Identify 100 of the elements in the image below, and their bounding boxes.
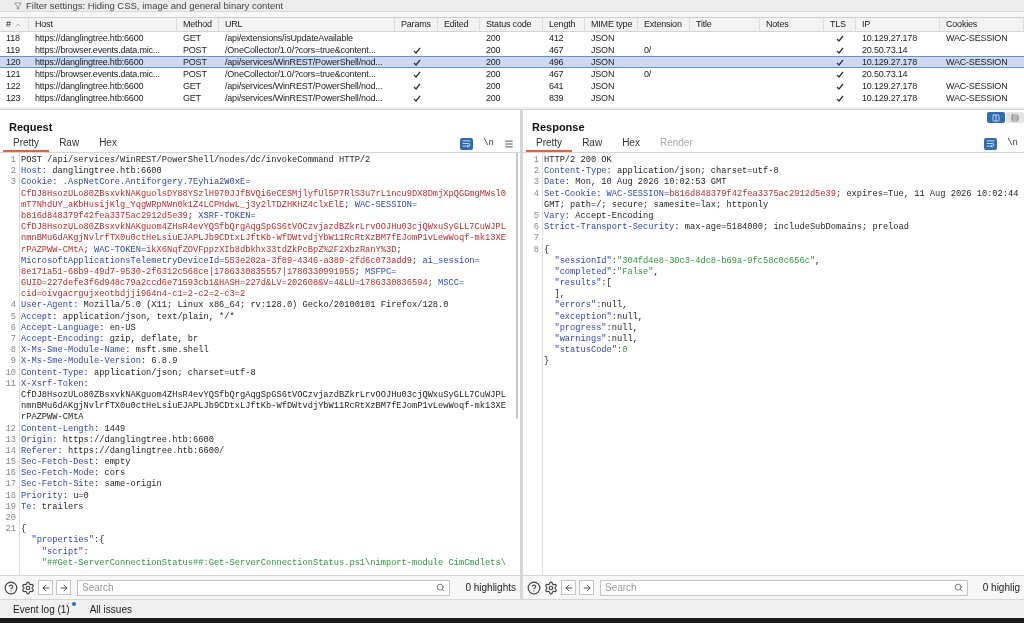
search-field[interactable]: Search — [77, 579, 451, 596]
column-header[interactable]: Notes — [760, 18, 824, 32]
next-button[interactable] — [56, 580, 71, 595]
wrap-toggle[interactable] — [460, 137, 474, 150]
code-line: Host: danglingtree.htb:6600 — [20, 166, 162, 177]
table-cell: 120 — [6, 57, 21, 67]
code-line: HTTP/2 200 OK — [543, 155, 612, 167]
table-cell: JSON — [591, 93, 615, 103]
line-number: 19 — [5, 501, 16, 512]
settings-icon[interactable] — [21, 580, 35, 595]
arrow-left-icon — [563, 582, 574, 593]
code-line: ], — [553, 289, 565, 300]
code-line: "warnings":null, — [553, 334, 638, 345]
line-number: 3 — [10, 177, 16, 188]
code-line: nmnBMu6dAKgjNvlrfTX0u0ctHeLsiuEJAPLJb9CDtxLJftKb-WfDWtvdjYbW11RcRtXzBM7fEJomP1vLewWoqf-mk13XE — [20, 233, 506, 245]
table-cell: 20.50.73.14 — [862, 45, 908, 55]
search-field[interactable]: Search — [600, 579, 968, 596]
table-cell: 412 — [549, 33, 564, 43]
column-header[interactable]: Length — [543, 18, 585, 32]
table-row[interactable]: 120 https://danglingtree.htb:6600 POST /api/services/WinREST/PowerShell/nod... 200 496 JSON 10.129.27.178 WAC-SESSION — [0, 56, 1024, 68]
code-line: Accept-Language: en-US — [20, 322, 136, 334]
code-line: nmnBMu6dAKgjNvlrfTX0u0ctHeLsiuEJAPLJb9CDtxLJftKb-WfDWtvdjYbW11RcRtXzBM7fEJomP1vLewWoqf-mk13XE — [20, 401, 506, 413]
editor-tab[interactable]: Hex — [89, 135, 127, 152]
highlights-count: 0 highlig — [982, 581, 1020, 595]
column-header[interactable]: Method — [177, 18, 219, 32]
table-cell: 0/ — [644, 69, 652, 79]
column-header[interactable]: URL — [219, 18, 395, 32]
table-cell: /api/extensions/isUpdateAvailable — [225, 33, 353, 43]
column-header[interactable]: # — [0, 18, 29, 32]
column-header[interactable]: Extension — [638, 18, 690, 32]
search-icon[interactable] — [436, 583, 446, 592]
editor-tab[interactable]: Raw — [49, 135, 90, 152]
code-line: "completed":"False", — [553, 266, 659, 278]
column-header[interactable]: Status code — [480, 18, 543, 32]
table-cell: POST — [183, 69, 207, 79]
line-number: 6 — [10, 322, 16, 333]
column-header[interactable]: TLS — [824, 18, 856, 32]
newline-toggle[interactable]: \n — [483, 136, 494, 151]
arrow-left-icon — [40, 582, 51, 593]
code-line: b816d848379f42fea3375ac2912d5e39; XSRF-TOKEN= — [20, 210, 256, 222]
column-header[interactable]: Params — [395, 18, 438, 32]
editor-tab[interactable]: Hex — [612, 135, 650, 152]
column-header[interactable]: Title — [690, 18, 760, 32]
code-line: rPAZPWW-CMtA — [20, 412, 84, 424]
arrow-right-icon — [581, 582, 592, 593]
line-number: 16 — [5, 468, 16, 479]
line-number: 4 — [10, 300, 16, 311]
code-line: Te: trailers — [20, 501, 84, 513]
column-header[interactable]: MIME type — [585, 18, 638, 32]
line-number: 1 — [10, 155, 16, 165]
code-line: "results":[ — [553, 278, 612, 289]
panel-title: Request — [9, 119, 53, 135]
code-line: } — [543, 356, 550, 368]
code-line: GMT; path=/; secure; samesite=lax; httponly — [543, 199, 769, 211]
all-issues-tab[interactable]: All issues — [89, 601, 132, 617]
code-line: "sessionId":"304fd4e8-30c3-4dc8-b69a-9fc58c0c656c", — [553, 255, 821, 267]
code-line: "properties":{ — [30, 535, 105, 547]
highlights-count: 0 highlights — [465, 581, 516, 595]
table-cell: https://danglingtree.htb:6600 — [35, 33, 144, 43]
search-icon[interactable] — [953, 583, 963, 592]
table-cell: 10.129.27.178 — [862, 93, 917, 103]
column-header[interactable]: Cookies — [940, 18, 1024, 32]
wrap-toggle[interactable] — [984, 137, 998, 150]
code-line: { — [543, 244, 550, 256]
column-header[interactable]: IP — [856, 18, 940, 32]
scrollbar[interactable] — [516, 153, 518, 419]
column-header[interactable]: Edited — [438, 18, 480, 32]
column-header[interactable]: Host — [29, 18, 177, 32]
line-number: 2 — [10, 166, 16, 177]
code-line: "errors":null, — [553, 300, 628, 312]
layout-toggle[interactable] — [1006, 112, 1024, 123]
code-line: Sec-Fetch-Dest: empty — [20, 457, 131, 468]
line-number: 4 — [533, 188, 539, 199]
table-cell: 467 — [549, 69, 564, 79]
layout-toggle[interactable] — [987, 112, 1005, 123]
help-icon[interactable] — [527, 580, 541, 595]
table-cell: 119 — [6, 45, 20, 55]
help-icon[interactable] — [4, 580, 18, 595]
next-button[interactable] — [579, 580, 594, 595]
event-log-tab[interactable]: Event log (1) — [13, 601, 70, 617]
table-cell: JSON — [591, 69, 615, 79]
table-cell: GET — [183, 93, 201, 103]
line-number: 7 — [10, 334, 16, 344]
previous-button[interactable] — [561, 580, 576, 595]
newline-toggle[interactable]: \n — [1007, 136, 1018, 151]
editor-tab[interactable]: Raw — [572, 135, 613, 152]
table-cell: POST — [183, 45, 207, 55]
table-cell: GET — [183, 33, 201, 43]
line-number: 7 — [533, 233, 539, 244]
menu-icon[interactable] — [504, 138, 514, 149]
table-cell: /OneCollector/1.0/?cors=true&content... — [225, 45, 376, 55]
code-line: Accept-Encoding: gzip, deflate, br — [20, 334, 199, 345]
settings-icon[interactable] — [544, 580, 558, 595]
code-line: Content-Length: 1449 — [20, 423, 126, 435]
code-line: Origin: https://danglingtree.htb:6600 — [20, 434, 214, 446]
line-number: 2 — [533, 166, 539, 177]
table-cell: 123 — [6, 93, 21, 103]
previous-button[interactable] — [38, 580, 53, 595]
table-cell: 121 — [6, 69, 21, 79]
code-line: X-Ms-Sme-Module-Version: 6.8.9 — [20, 356, 178, 368]
